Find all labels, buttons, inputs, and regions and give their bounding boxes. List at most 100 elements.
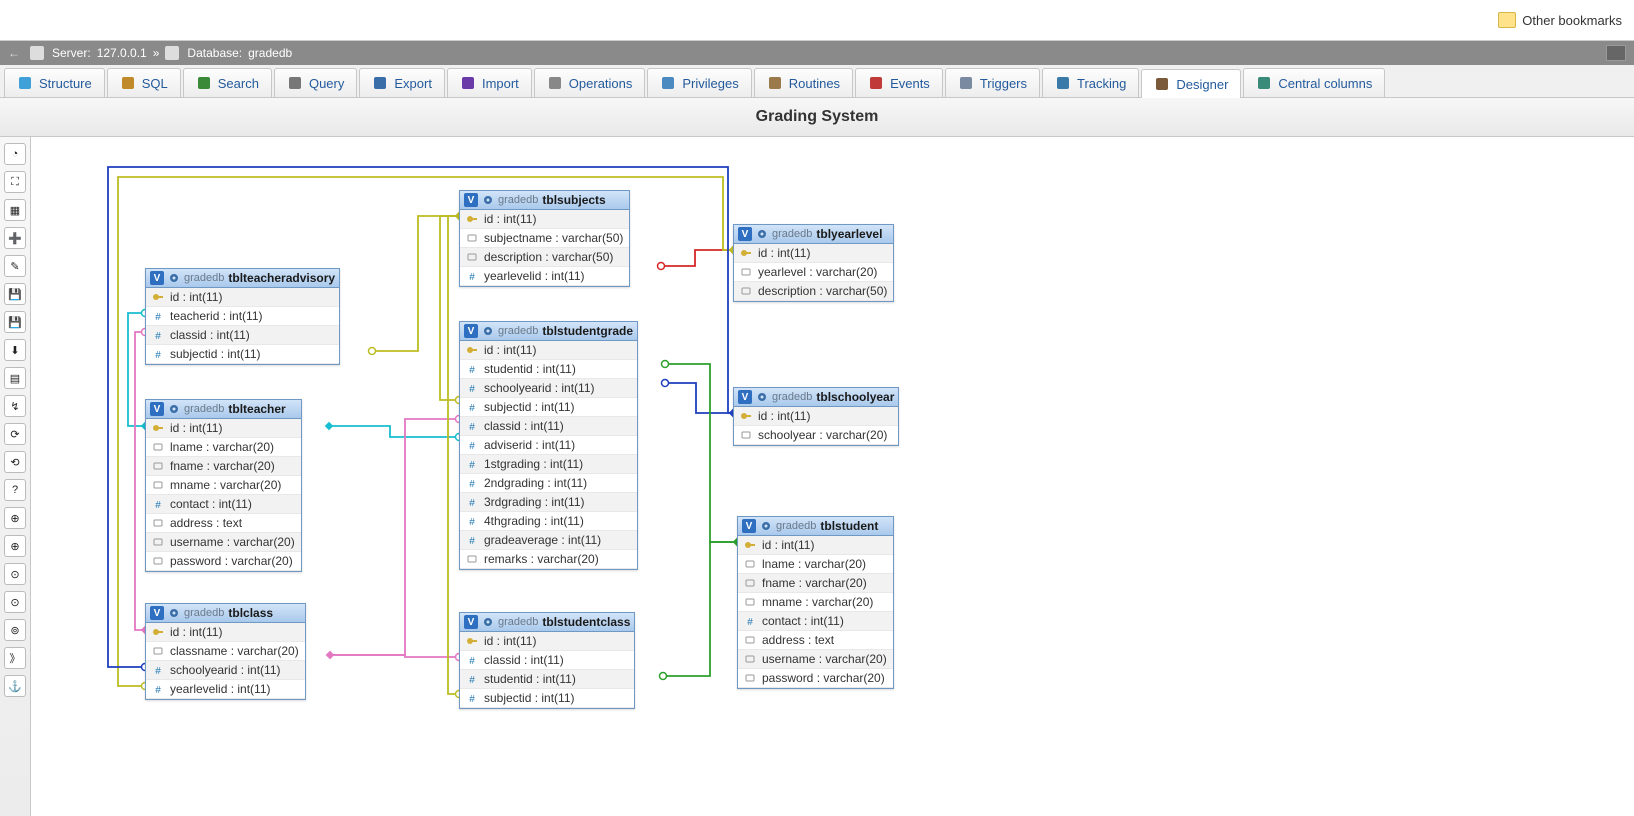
- tool-back[interactable]: 》: [4, 647, 26, 669]
- table-row[interactable]: #studentid : int(11): [460, 360, 637, 379]
- table-row[interactable]: #subjectid : int(11): [460, 398, 637, 417]
- table-row[interactable]: #3rdgrading : int(11): [460, 493, 637, 512]
- table-row[interactable]: #schoolyearid : int(11): [146, 661, 305, 680]
- tab-tracking[interactable]: Tracking: [1042, 68, 1139, 97]
- table-row[interactable]: password : varchar(20): [146, 552, 301, 571]
- tool-help[interactable]: ?: [4, 479, 26, 501]
- table-header-tblstudent[interactable]: Vgradedb tblstudent: [738, 517, 893, 536]
- table-row[interactable]: #gradeaverage : int(11): [460, 531, 637, 550]
- table-tblstudentgrade[interactable]: Vgradedb tblstudentgradeid : int(11)#stu…: [459, 321, 638, 570]
- tool-export[interactable]: ⬇: [4, 339, 26, 361]
- table-row[interactable]: password : varchar(20): [738, 669, 893, 688]
- gear-icon[interactable]: [482, 616, 494, 628]
- table-header-tblsubjects[interactable]: Vgradedb tblsubjects: [460, 191, 629, 210]
- tool-grid[interactable]: ▤: [4, 367, 26, 389]
- breadcrumb-db-value[interactable]: gradedb: [248, 46, 292, 60]
- table-header-tblstudentclass[interactable]: Vgradedb tblstudentclass: [460, 613, 634, 632]
- table-header-tblteacher[interactable]: Vgradedb tblteacher: [146, 400, 301, 419]
- tool-save-as[interactable]: 💾: [4, 311, 26, 333]
- table-header-tblclass[interactable]: Vgradedb tblclass: [146, 604, 305, 623]
- gear-icon[interactable]: [168, 403, 180, 415]
- gear-icon[interactable]: [168, 607, 180, 619]
- table-row[interactable]: #1stgrading : int(11): [460, 455, 637, 474]
- tool-edit-relation[interactable]: ✎: [4, 255, 26, 277]
- table-row[interactable]: lname : varchar(20): [738, 555, 893, 574]
- table-row[interactable]: fname : varchar(20): [146, 457, 301, 476]
- tool-save[interactable]: 💾: [4, 283, 26, 305]
- tool-zoom-in[interactable]: ⊙: [4, 563, 26, 585]
- table-row[interactable]: id : int(11): [146, 623, 305, 642]
- tool-toggle-menu[interactable]: ◔: [4, 143, 26, 165]
- table-row[interactable]: id : int(11): [460, 341, 637, 360]
- tool-fullscreen[interactable]: ⛶: [4, 171, 26, 193]
- table-row[interactable]: schoolyear : varchar(20): [734, 426, 898, 445]
- table-row[interactable]: #classid : int(11): [460, 651, 634, 670]
- gear-icon[interactable]: [760, 520, 772, 532]
- gear-icon[interactable]: [482, 325, 494, 337]
- tab-designer[interactable]: Designer: [1141, 69, 1241, 98]
- table-row[interactable]: mname : varchar(20): [738, 593, 893, 612]
- table-row[interactable]: #yearlevelid : int(11): [146, 680, 305, 699]
- back-arrow-icon[interactable]: ←: [8, 46, 20, 60]
- tool-anchor[interactable]: ⚓: [4, 675, 26, 697]
- table-row[interactable]: #schoolyearid : int(11): [460, 379, 637, 398]
- table-row[interactable]: id : int(11): [146, 419, 301, 438]
- tab-query[interactable]: Query: [274, 68, 357, 97]
- table-row[interactable]: fname : varchar(20): [738, 574, 893, 593]
- tool-direct[interactable]: ⊕: [4, 535, 26, 557]
- table-row[interactable]: #subjectid : int(11): [146, 345, 339, 364]
- table-header-tblteacheradvisory[interactable]: Vgradedb tblteacheradvisory: [146, 269, 339, 288]
- table-row[interactable]: #4thgrading : int(11): [460, 512, 637, 531]
- tool-collapse[interactable]: ⟲: [4, 451, 26, 473]
- table-row[interactable]: description : varchar(50): [460, 248, 629, 267]
- tool-add-relation[interactable]: ➕: [4, 227, 26, 249]
- table-tblclass[interactable]: Vgradedb tblclassid : int(11)classname :…: [145, 603, 306, 700]
- table-row[interactable]: description : varchar(50): [734, 282, 893, 301]
- table-row[interactable]: #classid : int(11): [146, 326, 339, 345]
- table-tblschoolyear[interactable]: Vgradedb tblschoolyearid : int(11)school…: [733, 387, 899, 446]
- table-header-tblschoolyear[interactable]: Vgradedb tblschoolyear: [734, 388, 898, 407]
- tab-centralcolumns[interactable]: Central columns: [1243, 68, 1385, 97]
- tool-new-table[interactable]: ▦: [4, 199, 26, 221]
- tab-privileges[interactable]: Privileges: [647, 68, 751, 97]
- table-row[interactable]: mname : varchar(20): [146, 476, 301, 495]
- table-row[interactable]: id : int(11): [460, 632, 634, 651]
- table-row[interactable]: #teacherid : int(11): [146, 307, 339, 326]
- table-row[interactable]: #2ndgrading : int(11): [460, 474, 637, 493]
- table-row[interactable]: #subjectid : int(11): [460, 689, 634, 708]
- tab-operations[interactable]: Operations: [534, 68, 646, 97]
- table-tblstudent[interactable]: Vgradedb tblstudentid : int(11)lname : v…: [737, 516, 894, 689]
- table-row[interactable]: id : int(11): [738, 536, 893, 555]
- tool-snap[interactable]: ↯: [4, 395, 26, 417]
- table-row[interactable]: username : varchar(20): [738, 650, 893, 669]
- table-row[interactable]: id : int(11): [734, 407, 898, 426]
- table-row[interactable]: #adviserid : int(11): [460, 436, 637, 455]
- breadcrumb-server-value[interactable]: 127.0.0.1: [97, 46, 147, 60]
- tool-zoom-out[interactable]: ⊙: [4, 591, 26, 613]
- table-tblsubjects[interactable]: Vgradedb tblsubjectsid : int(11)subjectn…: [459, 190, 630, 287]
- table-row[interactable]: id : int(11): [146, 288, 339, 307]
- tab-sql[interactable]: SQL: [107, 68, 181, 97]
- tab-structure[interactable]: Structure: [4, 68, 105, 97]
- table-row[interactable]: #contact : int(11): [738, 612, 893, 631]
- tab-routines[interactable]: Routines: [754, 68, 853, 97]
- table-row[interactable]: #yearlevelid : int(11): [460, 267, 629, 286]
- tool-pin[interactable]: ⊚: [4, 619, 26, 641]
- table-row[interactable]: #classid : int(11): [460, 417, 637, 436]
- table-row[interactable]: #studentid : int(11): [460, 670, 634, 689]
- tab-events[interactable]: Events: [855, 68, 943, 97]
- gear-icon[interactable]: [168, 272, 180, 284]
- tool-angular[interactable]: ⊕: [4, 507, 26, 529]
- table-row[interactable]: id : int(11): [460, 210, 629, 229]
- table-header-tblyearlevel[interactable]: Vgradedb tblyearlevel: [734, 225, 893, 244]
- table-row[interactable]: username : varchar(20): [146, 533, 301, 552]
- table-tblyearlevel[interactable]: Vgradedb tblyearlevelid : int(11)yearlev…: [733, 224, 894, 302]
- gear-icon[interactable]: [482, 194, 494, 206]
- gear-icon[interactable]: [756, 228, 768, 240]
- table-header-tblstudentgrade[interactable]: Vgradedb tblstudentgrade: [460, 322, 637, 341]
- table-row[interactable]: address : text: [738, 631, 893, 650]
- tab-search[interactable]: Search: [183, 68, 272, 97]
- table-row[interactable]: address : text: [146, 514, 301, 533]
- designer-canvas[interactable]: Vgradedb tblteacheradvisoryid : int(11)#…: [30, 137, 1634, 811]
- tab-triggers[interactable]: Triggers: [945, 68, 1040, 97]
